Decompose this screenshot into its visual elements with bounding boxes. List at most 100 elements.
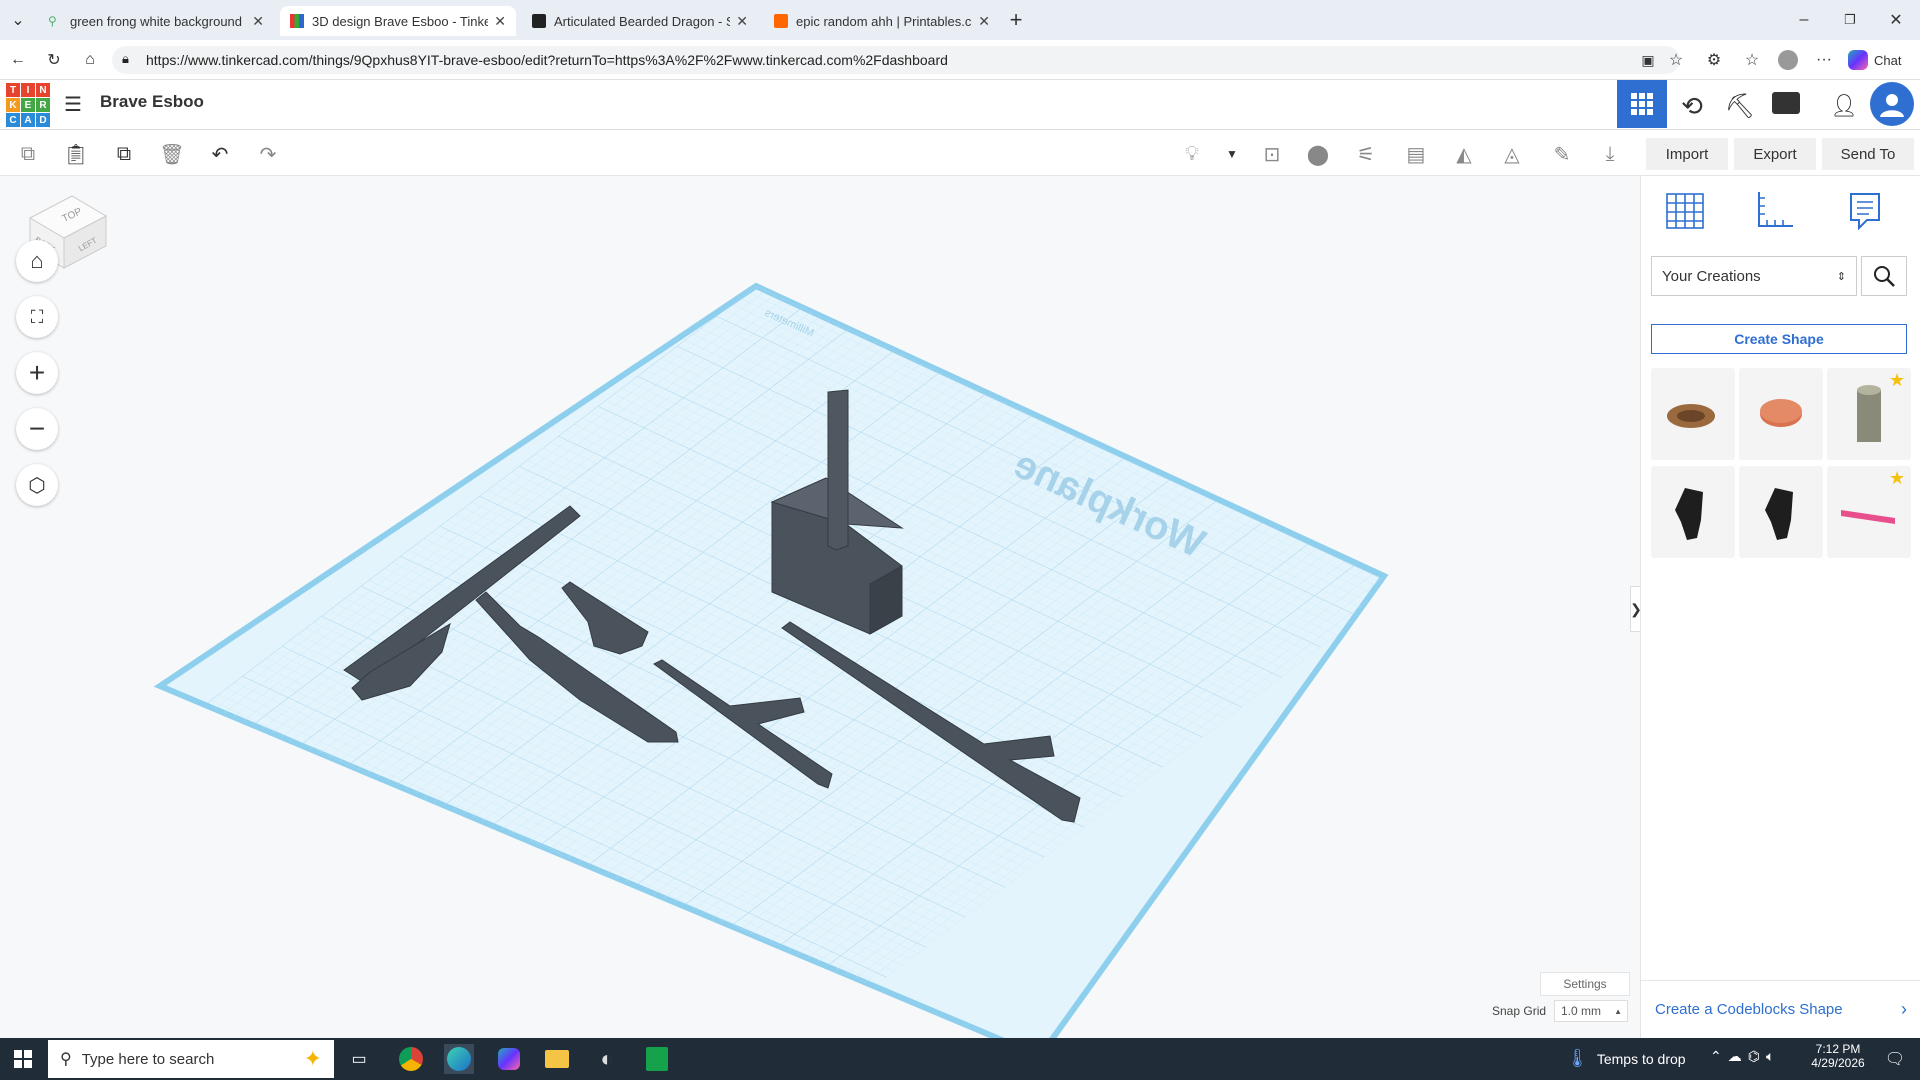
task-view-icon[interactable]: ▭ [344, 1044, 374, 1074]
zoom-out-button[interactable]: − [16, 408, 58, 450]
send-to-button[interactable]: Send To [1822, 138, 1914, 170]
shape-tile-pink-rod[interactable]: ★ [1827, 466, 1911, 558]
tab-title: epic random ahh | Printables.com [796, 13, 973, 29]
browser-tab-2[interactable]: 3D design Brave Esboo - Tinkercad ✕ [280, 6, 516, 36]
user-avatar[interactable] [1870, 82, 1914, 126]
home-icon[interactable]: ⌂ [78, 48, 102, 72]
black-figure-thumbnail [1765, 488, 1793, 540]
snap-grid-select[interactable]: 1.0 mm ▲ [1554, 1000, 1628, 1022]
new-tab-plus-icon[interactable]: + [1004, 7, 1028, 32]
search-button[interactable] [1861, 256, 1907, 296]
plus-icon: + [28, 357, 46, 388]
import-button[interactable]: Import [1646, 138, 1728, 170]
tinkercad-logo[interactable]: T I N K E R C A D [6, 83, 50, 127]
black-figure-thumbnail [1675, 488, 1703, 540]
edge-taskbar-icon[interactable] [444, 1044, 474, 1074]
create-codeblocks-link[interactable]: Create a Codeblocks Shape › [1641, 980, 1920, 1038]
add-user-icon[interactable]: 👤︎ [1826, 88, 1862, 124]
paste-icon[interactable]: 📋︎ [62, 140, 90, 168]
note-tool-icon[interactable]: ✎ [1548, 140, 1576, 168]
light-bulb-icon[interactable]: 💡︎ [1178, 140, 1206, 168]
drop-to-workplane-icon[interactable]: ⤓ [1596, 140, 1624, 168]
workplane-scene[interactable]: Workplane Millimeters [0, 176, 1640, 1038]
collapse-panel-chevron-icon[interactable]: ❯ [1630, 586, 1640, 632]
lego-brick-icon[interactable] [1772, 92, 1800, 114]
close-tab-icon[interactable]: ✕ [252, 13, 264, 30]
extensions-icon[interactable]: ⚙ [1702, 48, 1726, 72]
light-dropdown-icon[interactable]: ▼ [1218, 140, 1246, 168]
design-menu-icon[interactable]: ☰ [64, 92, 82, 117]
bearded-dragon-thumbnail [1667, 404, 1715, 428]
favorite-star-icon[interactable]: ☆ [1664, 48, 1688, 72]
cruise-icon[interactable]: ⚟ [1352, 140, 1380, 168]
home-view-button[interactable]: ⌂ [16, 240, 58, 282]
notifications-icon[interactable]: 🗨︎ [1880, 1044, 1910, 1074]
browser-tab-1[interactable]: ⚲ green frong white background - S ✕ [38, 6, 274, 36]
app-install-icon[interactable]: ▣ [1636, 48, 1660, 72]
copilot-taskbar-icon[interactable] [494, 1044, 524, 1074]
system-tray-icons[interactable]: ⌃☁⌬🔈︎ [1710, 1048, 1780, 1065]
browser-tab-4[interactable]: epic random ahh | Printables.com ✕ [764, 6, 1000, 36]
notes-icon[interactable] [1847, 190, 1883, 231]
url-input[interactable]: 🔒︎ https://www.tinkercad.com/things/9Qpx… [112, 46, 1680, 74]
sim-lab-icon[interactable]: ⟲ [1674, 88, 1710, 124]
shape-tile-bearded-dragon[interactable] [1651, 368, 1735, 460]
more-menu-icon[interactable]: ··· [1812, 48, 1836, 72]
3d-design-view-button[interactable] [1617, 80, 1667, 128]
settings-button[interactable]: Settings [1540, 972, 1630, 996]
close-tab-icon[interactable]: ✕ [494, 13, 506, 30]
3d-viewport[interactable]: Workplane Millimeters TOP LEFT ⌂ ⛶ + − ⬡… [0, 176, 1640, 1038]
shape-tile-orange-disc[interactable] [1739, 368, 1823, 460]
favorites-list-icon[interactable]: ☆ [1740, 48, 1764, 72]
shape-tile-cylinder[interactable]: ★ [1827, 368, 1911, 460]
windows-start-button[interactable] [8, 1044, 38, 1074]
group-icon[interactable]: ⊡ [1258, 140, 1286, 168]
logo-letter: R [36, 98, 50, 112]
favorite-star-icon[interactable]: ★ [1889, 370, 1905, 391]
back-arrow-icon[interactable]: ← [6, 48, 30, 72]
workplane-grid-icon[interactable] [1665, 190, 1705, 230]
weather-widget[interactable]: 🌡︎ Temps to drop [1566, 1048, 1686, 1069]
create-shape-button[interactable]: Create Shape [1651, 324, 1907, 354]
workplane-tool-icon[interactable]: ◬ [1498, 140, 1526, 168]
favorite-star-icon[interactable]: ★ [1889, 468, 1905, 489]
minimize-icon[interactable]: – [1792, 8, 1816, 32]
close-tab-icon[interactable]: ✕ [736, 13, 748, 30]
shape-tile-black-figure-2[interactable] [1739, 466, 1823, 558]
redo-icon[interactable]: ↷ [254, 140, 282, 168]
library-select[interactable]: Your Creations ⇕ [1651, 256, 1857, 296]
export-button[interactable]: Export [1734, 138, 1816, 170]
browser-tab-3[interactable]: Articulated Bearded Dragon - Stro ✕ [522, 6, 758, 36]
align-icon[interactable]: ▤ [1402, 140, 1430, 168]
taskbar-search-box[interactable]: ⚲ Type here to search ✦ [48, 1040, 334, 1078]
ortho-view-button[interactable]: ⬡ [16, 464, 58, 506]
delete-trash-icon[interactable]: 🗑︎ [158, 140, 186, 168]
close-tab-icon[interactable]: ✕ [978, 13, 990, 30]
close-window-icon[interactable]: ✕ [1884, 8, 1908, 32]
undo-icon[interactable]: ↶ [206, 140, 234, 168]
minecraft-pickaxe-icon[interactable]: ⛏ [1722, 88, 1758, 124]
select-arrows-icon: ⇕ [1836, 270, 1846, 283]
copy-icon[interactable]: ⧉ [14, 140, 42, 168]
fit-view-button[interactable]: ⛶ [16, 296, 58, 338]
mirror-icon[interactable]: ◭ [1450, 140, 1478, 168]
app-taskbar-icon[interactable]: ◐ [592, 1044, 622, 1074]
shape-tile-black-figure-1[interactable] [1651, 466, 1735, 558]
zoom-in-button[interactable]: + [16, 352, 58, 394]
profile-icon[interactable] [1776, 48, 1800, 72]
weather-text: Temps to drop [1596, 1050, 1686, 1067]
workplane[interactable] [124, 282, 1400, 1038]
logo-letter: I [21, 83, 35, 97]
tab-list-chevron-icon[interactable]: ⌄ [6, 8, 30, 32]
design-title[interactable]: Brave Esboo [100, 92, 204, 112]
copilot-chat-button[interactable]: Chat [1848, 48, 1901, 72]
file-explorer-icon[interactable] [542, 1044, 572, 1074]
restore-icon[interactable]: ❐ [1838, 8, 1862, 32]
ruler-icon[interactable] [1755, 190, 1795, 230]
ungroup-icon[interactable]: ⬤ [1304, 140, 1332, 168]
clock[interactable]: 7:12 PM 4/29/2026 [1808, 1042, 1868, 1070]
sheets-taskbar-icon[interactable] [642, 1044, 672, 1074]
duplicate-icon[interactable]: ⧉ [110, 140, 138, 168]
chrome-taskbar-icon[interactable] [396, 1044, 426, 1074]
reload-icon[interactable]: ↻ [42, 48, 66, 72]
